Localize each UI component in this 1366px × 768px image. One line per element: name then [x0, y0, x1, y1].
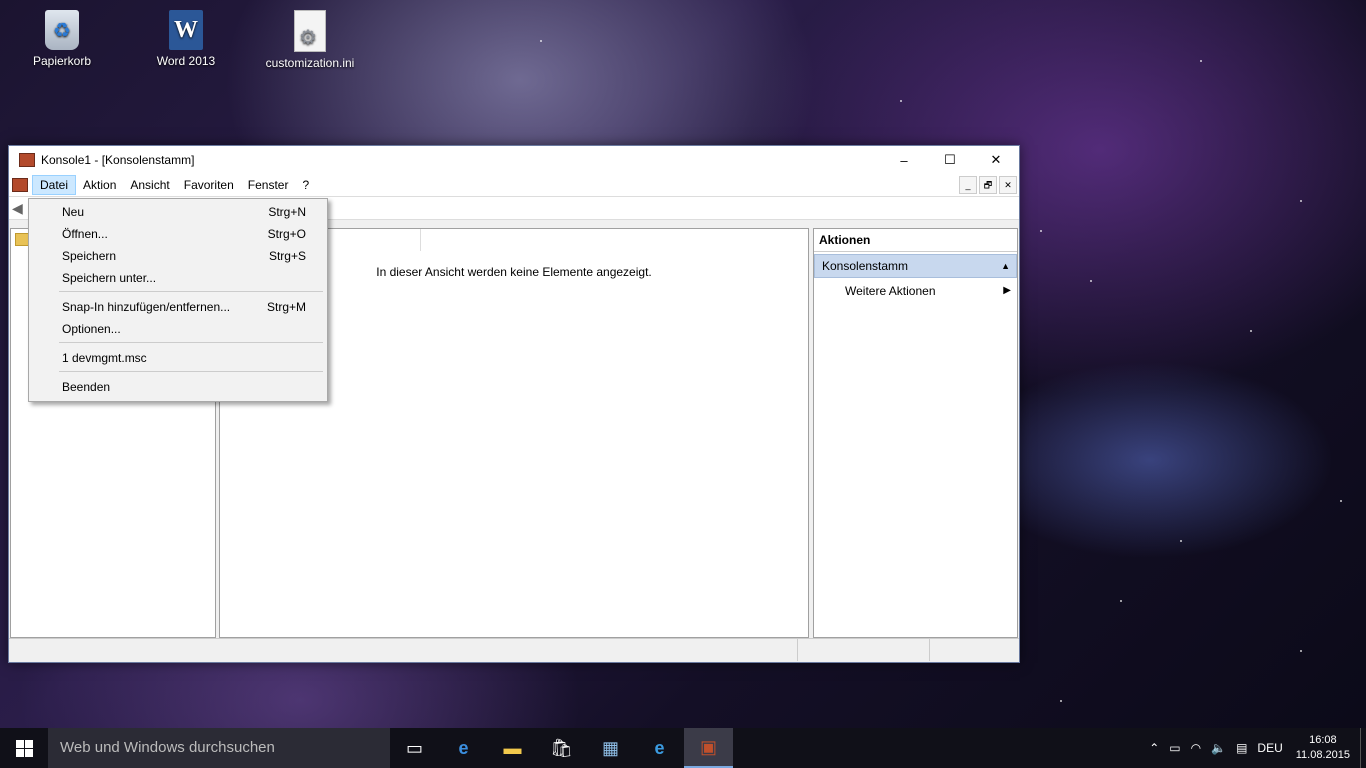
title-bar[interactable]: Konsole1 - [Konsolenstamm] – ☐ ✕	[9, 146, 1019, 174]
menu-item-speichern[interactable]: Speichern Strg+S	[29, 244, 327, 266]
menu-item-label: Optionen...	[62, 322, 121, 336]
menu-item-shortcut: Strg+N	[268, 205, 306, 219]
desktop-icon-recycle-bin[interactable]: Papierkorb	[14, 10, 110, 68]
actions-pane: Aktionen Konsolenstamm ▲ Weitere Aktione…	[813, 228, 1018, 638]
internet-explorer-icon[interactable]: e	[635, 728, 684, 768]
start-button[interactable]	[0, 728, 48, 768]
clock[interactable]: 16:08 11.08.2015	[1296, 733, 1350, 763]
actions-header: Aktionen	[814, 229, 1017, 252]
collapse-up-icon[interactable]: ▲	[1001, 255, 1010, 277]
menu-aktion[interactable]: Aktion	[76, 176, 123, 194]
notifications-icon[interactable]: ▤	[1236, 741, 1247, 755]
menu-help[interactable]: ?	[295, 176, 316, 194]
maximize-button[interactable]: ☐	[927, 146, 973, 174]
menu-item-shortcut: Strg+O	[267, 227, 306, 241]
status-divider	[929, 639, 930, 661]
menu-item-snap-in[interactable]: Snap-In hinzufügen/entfernen... Strg+M	[29, 295, 327, 317]
word-icon: W	[169, 10, 203, 50]
actions-section-label: Konsolenstamm	[822, 259, 909, 273]
menu-separator	[59, 342, 323, 343]
menu-item-recent-devmgmt[interactable]: 1 devmgmt.msc	[29, 346, 327, 368]
wifi-icon[interactable]: ◠	[1191, 741, 1201, 755]
menu-item-neu[interactable]: Neu Strg+N	[29, 200, 327, 222]
desktop-icon-word[interactable]: W Word 2013	[138, 10, 234, 68]
desktop-icon-customization-ini[interactable]: customization.ini	[262, 10, 358, 70]
mmc-menu-icon[interactable]	[12, 178, 28, 192]
taskbar: Web und Windows durchsuchen ▭ e ▬ 🛍 ▦ e …	[0, 728, 1366, 768]
system-tray: ⌃ ▭ ◠ 🔈 ▤ DEU 16:08 11.08.2015	[1144, 728, 1366, 768]
menu-favoriten[interactable]: Favoriten	[177, 176, 241, 194]
menu-item-speichern-unter[interactable]: Speichern unter...	[29, 266, 327, 288]
menu-separator	[59, 291, 323, 292]
menu-item-shortcut: Strg+S	[268, 249, 306, 263]
edge-icon[interactable]: e	[439, 728, 488, 768]
menu-fenster[interactable]: Fenster	[241, 176, 296, 194]
menu-item-label: Neu	[62, 205, 85, 219]
column-separator[interactable]	[420, 229, 421, 251]
minimize-button[interactable]: –	[881, 146, 927, 174]
menu-ansicht[interactable]: Ansicht	[123, 176, 176, 194]
desktop-icon-label: Papierkorb	[32, 54, 92, 68]
actions-item-label: Weitere Aktionen	[845, 284, 936, 298]
settings-file-icon	[294, 10, 326, 52]
menu-item-label: Speichern unter...	[62, 271, 157, 285]
show-desktop-button[interactable]	[1360, 728, 1366, 768]
menu-item-label: Speichern	[62, 249, 117, 263]
submenu-arrow-icon: ▶	[1003, 285, 1011, 296]
recycle-bin-icon	[45, 10, 79, 50]
menu-item-label: 1 devmgmt.msc	[62, 351, 147, 365]
back-arrow-icon[interactable]: ◀	[12, 200, 23, 217]
menu-item-label: Beenden	[62, 380, 111, 394]
file-explorer-icon[interactable]: ▬	[488, 728, 537, 768]
mdi-controls: _ 🗗 ✕	[959, 176, 1017, 194]
datei-menu-dropdown: Neu Strg+N Öffnen... Strg+O Speichern St…	[28, 198, 328, 402]
menu-item-shortcut: Strg+M	[266, 300, 306, 314]
menu-item-oeffnen[interactable]: Öffnen... Strg+O	[29, 222, 327, 244]
status-divider	[797, 639, 798, 661]
clock-time: 16:08	[1309, 734, 1337, 746]
desktop-icon-label: Word 2013	[156, 54, 216, 68]
menu-datei[interactable]: Datei	[32, 175, 77, 195]
volume-icon[interactable]: 🔈	[1211, 741, 1226, 755]
mdi-close-button[interactable]: ✕	[999, 176, 1017, 194]
chevron-up-icon[interactable]: ⌃	[1149, 741, 1159, 755]
control-panel-icon[interactable]: ▦	[586, 728, 635, 768]
close-button[interactable]: ✕	[973, 146, 1019, 174]
menu-separator	[59, 371, 323, 372]
mmc-taskbar-icon[interactable]: ▣	[684, 728, 733, 768]
search-box[interactable]: Web und Windows durchsuchen	[48, 728, 390, 768]
language-indicator[interactable]: DEU	[1257, 741, 1282, 755]
battery-icon[interactable]: ▭	[1169, 741, 1180, 755]
status-bar	[9, 638, 1019, 661]
menu-item-label: Snap-In hinzufügen/entfernen...	[62, 300, 231, 314]
mdi-restore-button[interactable]: 🗗	[979, 176, 997, 194]
actions-item-weitere-aktionen[interactable]: Weitere Aktionen ▶	[814, 280, 1017, 302]
windows-logo-icon	[15, 739, 33, 757]
task-view-icon[interactable]: ▭	[390, 728, 439, 768]
menu-item-optionen[interactable]: Optionen...	[29, 317, 327, 339]
menu-bar: Datei Aktion Ansicht Favoriten Fenster ?…	[9, 174, 1019, 197]
store-icon[interactable]: 🛍	[537, 728, 586, 768]
actions-section-konsolenstamm[interactable]: Konsolenstamm ▲	[814, 254, 1017, 278]
mmc-app-icon[interactable]	[19, 153, 35, 167]
window-title: Konsole1 - [Konsolenstamm]	[41, 153, 195, 167]
desktop-icon-label: customization.ini	[265, 56, 355, 70]
menu-item-beenden[interactable]: Beenden	[29, 375, 327, 397]
mdi-minimize-button[interactable]: _	[959, 176, 977, 194]
clock-date: 11.08.2015	[1295, 749, 1350, 761]
menu-item-label: Öffnen...	[62, 227, 108, 241]
